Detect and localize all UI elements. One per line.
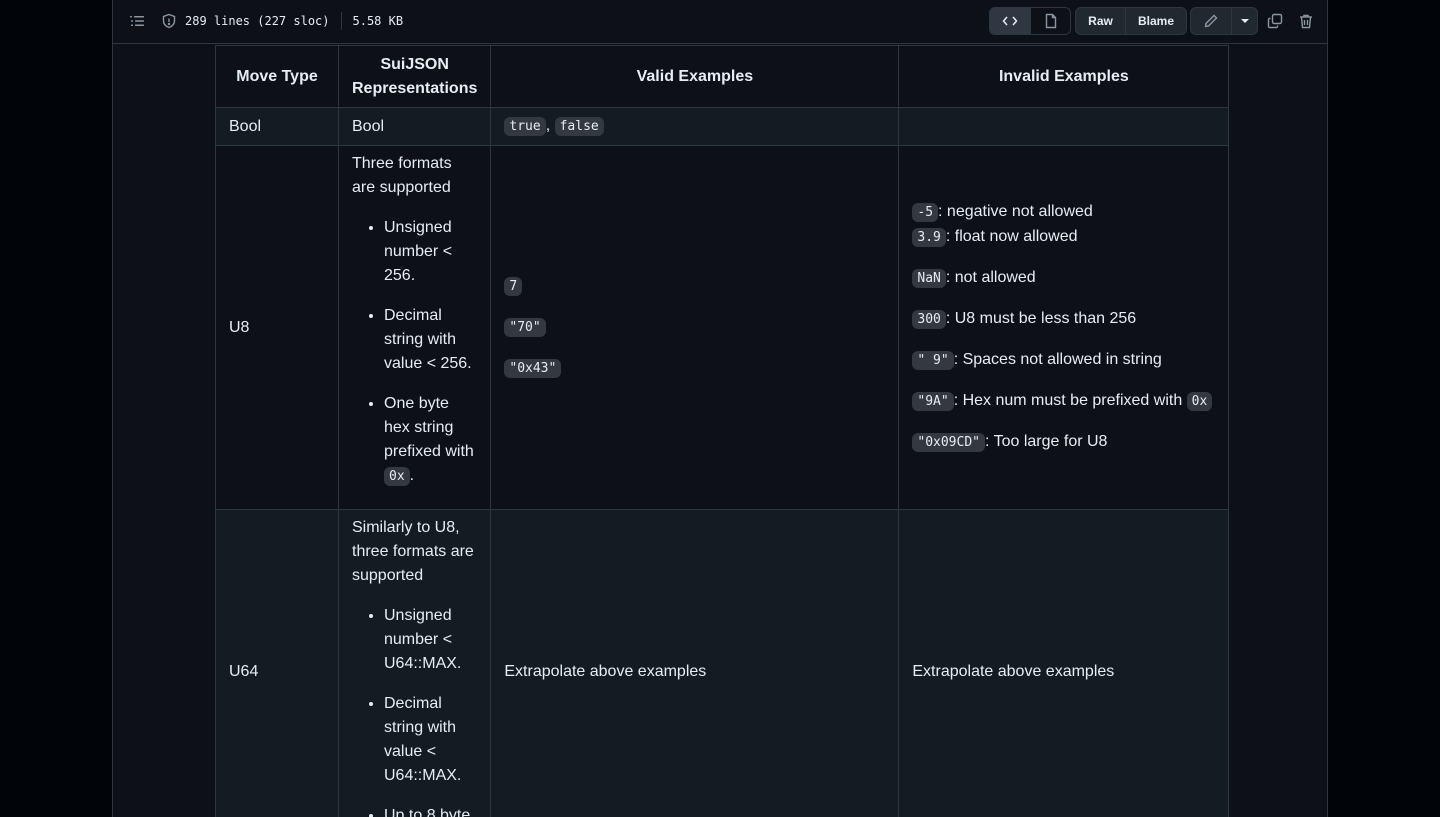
list-item: Decimal string with value < U64::MAX.: [384, 692, 477, 788]
valid-example: "70": [504, 315, 885, 340]
code-snippet: 0x: [384, 467, 410, 486]
cell-valid: Extrapolate above examples: [490, 509, 900, 817]
edit-button[interactable]: [1191, 8, 1231, 34]
cell-valid: 7 "70" "0x43": [490, 145, 900, 510]
invalid-example: 300: U8 must be less than 256: [912, 307, 1215, 332]
code-view-button[interactable]: [990, 8, 1030, 34]
cell-invalid: -5: negative not allowed 3.9: float now …: [898, 145, 1230, 510]
file-toolbar: 289 lines (227 sloc) 5.58 KB Raw Blame: [113, 0, 1327, 44]
cell-invalid: Extrapolate above examples: [898, 509, 1230, 817]
cell-invalid: [898, 107, 1230, 146]
invalid-example: " 9": Spaces not allowed in string: [912, 348, 1215, 373]
list-item: Unsigned number < 256.: [384, 216, 477, 288]
invalid-example: "9A": Hex num must be prefixed with 0x: [912, 389, 1215, 414]
valid-example: 7: [504, 274, 885, 299]
list-item: Up to 8 byte: [384, 804, 477, 817]
cell-type: U64: [215, 509, 339, 817]
invalid-example: NaN: not allowed: [912, 266, 1215, 291]
list-item: Decimal string with value < 256.: [384, 304, 477, 376]
cell-repr: Similarly to U8, three formats are suppo…: [337, 509, 492, 817]
file-icon: [1045, 13, 1056, 29]
edit-group: [1190, 7, 1258, 35]
cell-type: U8: [215, 145, 339, 510]
header-invalid-examples: Invalid Examples: [898, 45, 1230, 108]
header-suijson-representations: SuiJSON Representations: [337, 45, 492, 108]
repr-intro: Three formats are supported: [352, 155, 452, 196]
table-row-bool: Bool Bool true, false: [215, 107, 1230, 146]
shield-icon: [161, 13, 177, 29]
copy-icon: [1267, 13, 1283, 29]
suijson-table: Move Type SuiJSON Representations Valid …: [215, 45, 1230, 817]
file-size: 5.58 KB: [352, 14, 404, 28]
copy-button[interactable]: [1262, 7, 1288, 35]
cell-type: Bool: [215, 107, 339, 146]
preview-button[interactable]: [1030, 8, 1070, 34]
delete-button[interactable]: [1293, 7, 1319, 35]
blame-button[interactable]: Blame: [1125, 8, 1186, 34]
table-row-u64: U64 Similarly to U8, three formats are s…: [215, 509, 1230, 817]
cell-repr: Bool: [337, 107, 492, 146]
header-move-type: Move Type: [215, 45, 339, 108]
list-item: Unsigned number < U64::MAX.: [384, 604, 477, 676]
edit-dropdown-button[interactable]: [1231, 8, 1257, 34]
code-snippet: false: [554, 117, 604, 136]
repr-intro: Similarly to U8, three formats are suppo…: [352, 519, 474, 584]
outline-list-icon[interactable]: [129, 13, 145, 29]
code-snippet: true: [504, 117, 546, 136]
pencil-icon: [1204, 14, 1218, 28]
raw-blame-group: Raw Blame: [1075, 7, 1187, 35]
lines-info: 289 lines (227 sloc): [185, 14, 330, 28]
header-valid-examples: Valid Examples: [490, 45, 900, 108]
copy-delete-group: [1262, 7, 1319, 35]
table-row-u8: U8 Three formats are supported Unsigned …: [215, 145, 1230, 510]
list-item: One byte hex string prefixed with 0x.: [384, 392, 477, 489]
cell-repr: Three formats are supported Unsigned num…: [337, 145, 492, 510]
invalid-example: 3.9: float now allowed: [912, 225, 1215, 250]
cell-valid: true, false: [490, 107, 900, 146]
file-info: 289 lines (227 sloc) 5.58 KB: [129, 0, 403, 42]
invalid-example: -5: negative not allowed: [912, 200, 1215, 225]
view-toggle: [989, 7, 1071, 35]
code-icon: [1002, 16, 1018, 26]
divider: [340, 12, 342, 30]
invalid-example: "0x09CD": Too large for U8: [912, 430, 1215, 455]
triangle-down-icon: [1240, 19, 1249, 23]
raw-button[interactable]: Raw: [1076, 8, 1125, 34]
file-viewer: 289 lines (227 sloc) 5.58 KB Raw Blame M…: [112, 0, 1328, 817]
valid-example: "0x43": [504, 356, 885, 381]
trash-icon: [1300, 14, 1312, 29]
